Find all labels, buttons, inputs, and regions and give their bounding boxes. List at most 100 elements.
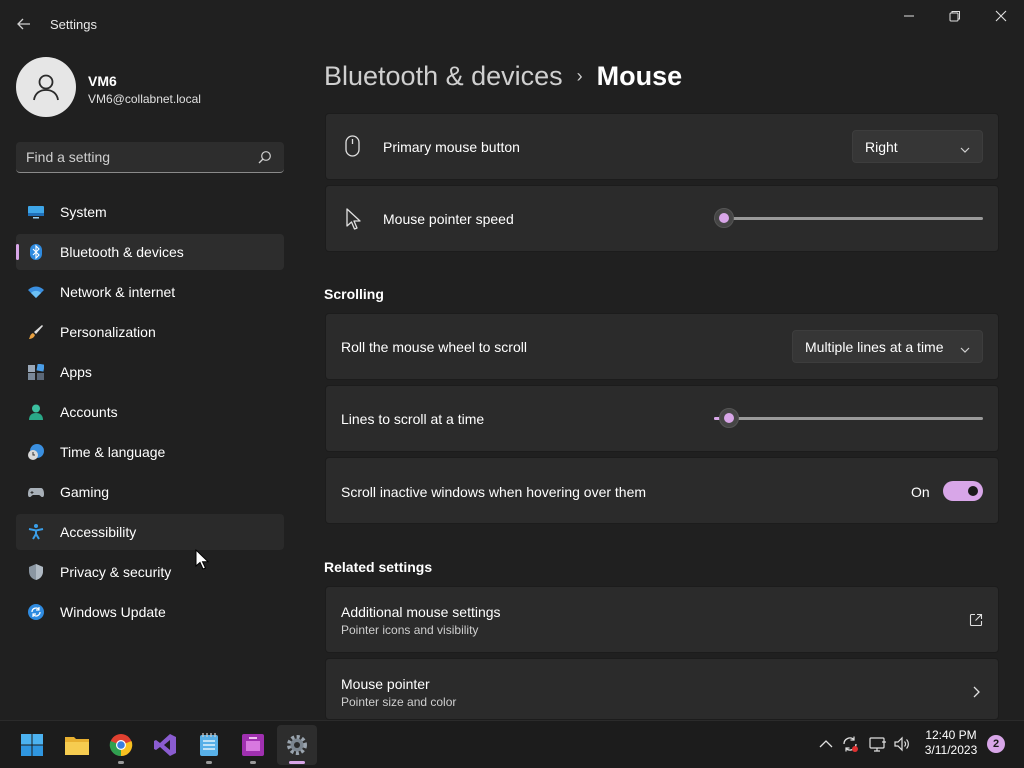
chevron-down-icon (960, 342, 970, 353)
sidebar-item-label: Privacy & security (60, 564, 172, 580)
person-icon (28, 404, 44, 420)
sync-icon[interactable] (841, 735, 859, 753)
start-icon (21, 734, 43, 756)
title-bar: Settings (0, 0, 1024, 48)
chevron-down-icon (960, 142, 970, 153)
chrome-icon (109, 734, 133, 757)
wifi-icon (28, 284, 44, 300)
accessibility-icon (28, 524, 44, 540)
sidebar-item-privacy-security[interactable]: Privacy & security (16, 554, 284, 590)
bluetooth-icon (28, 244, 44, 260)
sidebar-item-label: Accessibility (60, 524, 137, 540)
additional-mouse-desc: Pointer icons and visibility (341, 623, 479, 637)
roll-wheel-dropdown[interactable]: Multiple lines at a time (792, 330, 983, 363)
sidebar-item-label: Gaming (60, 484, 110, 500)
external-link-icon (969, 613, 983, 627)
sidebar-item-personalization[interactable]: Personalization (16, 314, 284, 350)
brush-icon (28, 324, 44, 340)
taskbar-settings[interactable] (277, 725, 317, 765)
pointer-arrow-icon (345, 207, 365, 231)
user-email: VM6@collabnet.local (88, 92, 201, 106)
lines-to-scroll-label: Lines to scroll at a time (341, 411, 485, 427)
pointer-speed-label: Mouse pointer speed (383, 211, 514, 227)
slider-thumb[interactable] (714, 208, 734, 228)
sidebar-item-accounts[interactable]: Accounts (16, 394, 284, 430)
taskbar-chrome[interactable] (101, 725, 141, 765)
close-button[interactable] (978, 0, 1024, 32)
sidebar-item-label: Bluetooth & devices (60, 244, 184, 260)
sidebar-item-label: Personalization (60, 324, 156, 340)
slider-thumb[interactable] (719, 408, 739, 428)
sidebar-item-windows-update[interactable]: Windows Update (16, 594, 284, 630)
update-icon (28, 604, 44, 620)
sidebar-item-gaming[interactable]: Gaming (16, 474, 284, 510)
mouse-pointer-label: Mouse pointer (341, 676, 430, 692)
additional-mouse-settings-link[interactable]: Additional mouse settings Pointer icons … (325, 586, 999, 653)
visual-studio-icon (154, 734, 176, 756)
mouse-pointer-link[interactable]: Mouse pointer Pointer size and color (325, 658, 999, 720)
primary-button-dropdown[interactable]: Right (852, 130, 983, 163)
sidebar-item-label: Apps (60, 364, 92, 380)
sidebar-item-system[interactable]: System (16, 194, 284, 230)
running-indicator (250, 761, 256, 764)
sidebar-item-label: Windows Update (60, 604, 166, 620)
file-explorer-icon (65, 737, 89, 755)
gamepad-icon (28, 484, 44, 500)
running-indicator (206, 761, 212, 764)
sidebar-item-label: Accounts (60, 404, 118, 420)
active-indicator (289, 761, 305, 764)
sidebar-nav: System Bluetooth & devices Network & int… (16, 194, 284, 634)
search-box[interactable] (16, 142, 284, 173)
user-icon (33, 74, 59, 101)
taskbar-file-explorer[interactable] (57, 725, 97, 765)
primary-button-card: Primary mouse button Right (325, 113, 999, 180)
avatar[interactable] (16, 57, 76, 117)
lines-to-scroll-card: Lines to scroll at a time (325, 385, 999, 452)
toggle-state-text: On (911, 484, 930, 500)
scroll-inactive-toggle[interactable] (943, 481, 983, 501)
breadcrumb-parent[interactable]: Bluetooth & devices (324, 61, 563, 92)
clock-time: 12:40 PM (925, 728, 977, 742)
primary-button-label: Primary mouse button (383, 139, 520, 155)
lines-to-scroll-slider[interactable] (714, 408, 983, 428)
clock-globe-icon (28, 444, 44, 460)
taskbar (0, 720, 1024, 768)
additional-mouse-label: Additional mouse settings (341, 604, 501, 620)
related-settings-title: Related settings (324, 559, 433, 575)
search-icon[interactable] (258, 150, 272, 164)
back-arrow-icon[interactable] (14, 14, 34, 34)
taskbar-clock[interactable]: 12:40 PM 3/11/2023 (918, 728, 984, 758)
slider-track (714, 417, 983, 420)
shield-icon (28, 564, 44, 580)
sidebar-item-network-internet[interactable]: Network & internet (16, 274, 284, 310)
volume-icon[interactable] (893, 735, 911, 753)
sidebar-item-bluetooth-devices[interactable]: Bluetooth & devices (16, 234, 284, 270)
network-icon[interactable] (869, 735, 887, 753)
sidebar-item-time-language[interactable]: Time & language (16, 434, 284, 470)
slider-track (714, 217, 983, 220)
dropdown-value: Multiple lines at a time (805, 338, 944, 355)
pointer-speed-slider[interactable] (714, 208, 983, 228)
running-indicator (118, 761, 124, 764)
app-title: Settings (50, 17, 97, 32)
minimize-button[interactable] (886, 0, 932, 32)
sidebar-item-accessibility[interactable]: Accessibility (16, 514, 284, 550)
notification-badge[interactable]: 2 (987, 735, 1005, 753)
toggle-knob (968, 486, 978, 496)
show-hidden-icons-chevron-icon[interactable] (817, 735, 835, 753)
sidebar-item-label: Network & internet (60, 284, 176, 300)
system-icon (28, 204, 44, 220)
clock-date: 3/11/2023 (924, 743, 978, 757)
taskbar-notepad[interactable] (189, 725, 229, 765)
taskbar-visual-studio[interactable] (145, 725, 185, 765)
taskbar-app[interactable] (233, 725, 273, 765)
breadcrumb-separator: › (576, 65, 583, 86)
sidebar-item-apps[interactable]: Apps (16, 354, 284, 390)
page-title: Mouse (596, 60, 683, 91)
search-input[interactable] (26, 142, 246, 172)
mouse-pointer-desc: Pointer size and color (341, 695, 457, 709)
breadcrumb: Bluetooth & devices › Mouse (324, 58, 682, 94)
start-button[interactable] (12, 725, 52, 765)
restore-button[interactable] (932, 0, 978, 32)
mouse-cursor-icon (195, 548, 210, 571)
